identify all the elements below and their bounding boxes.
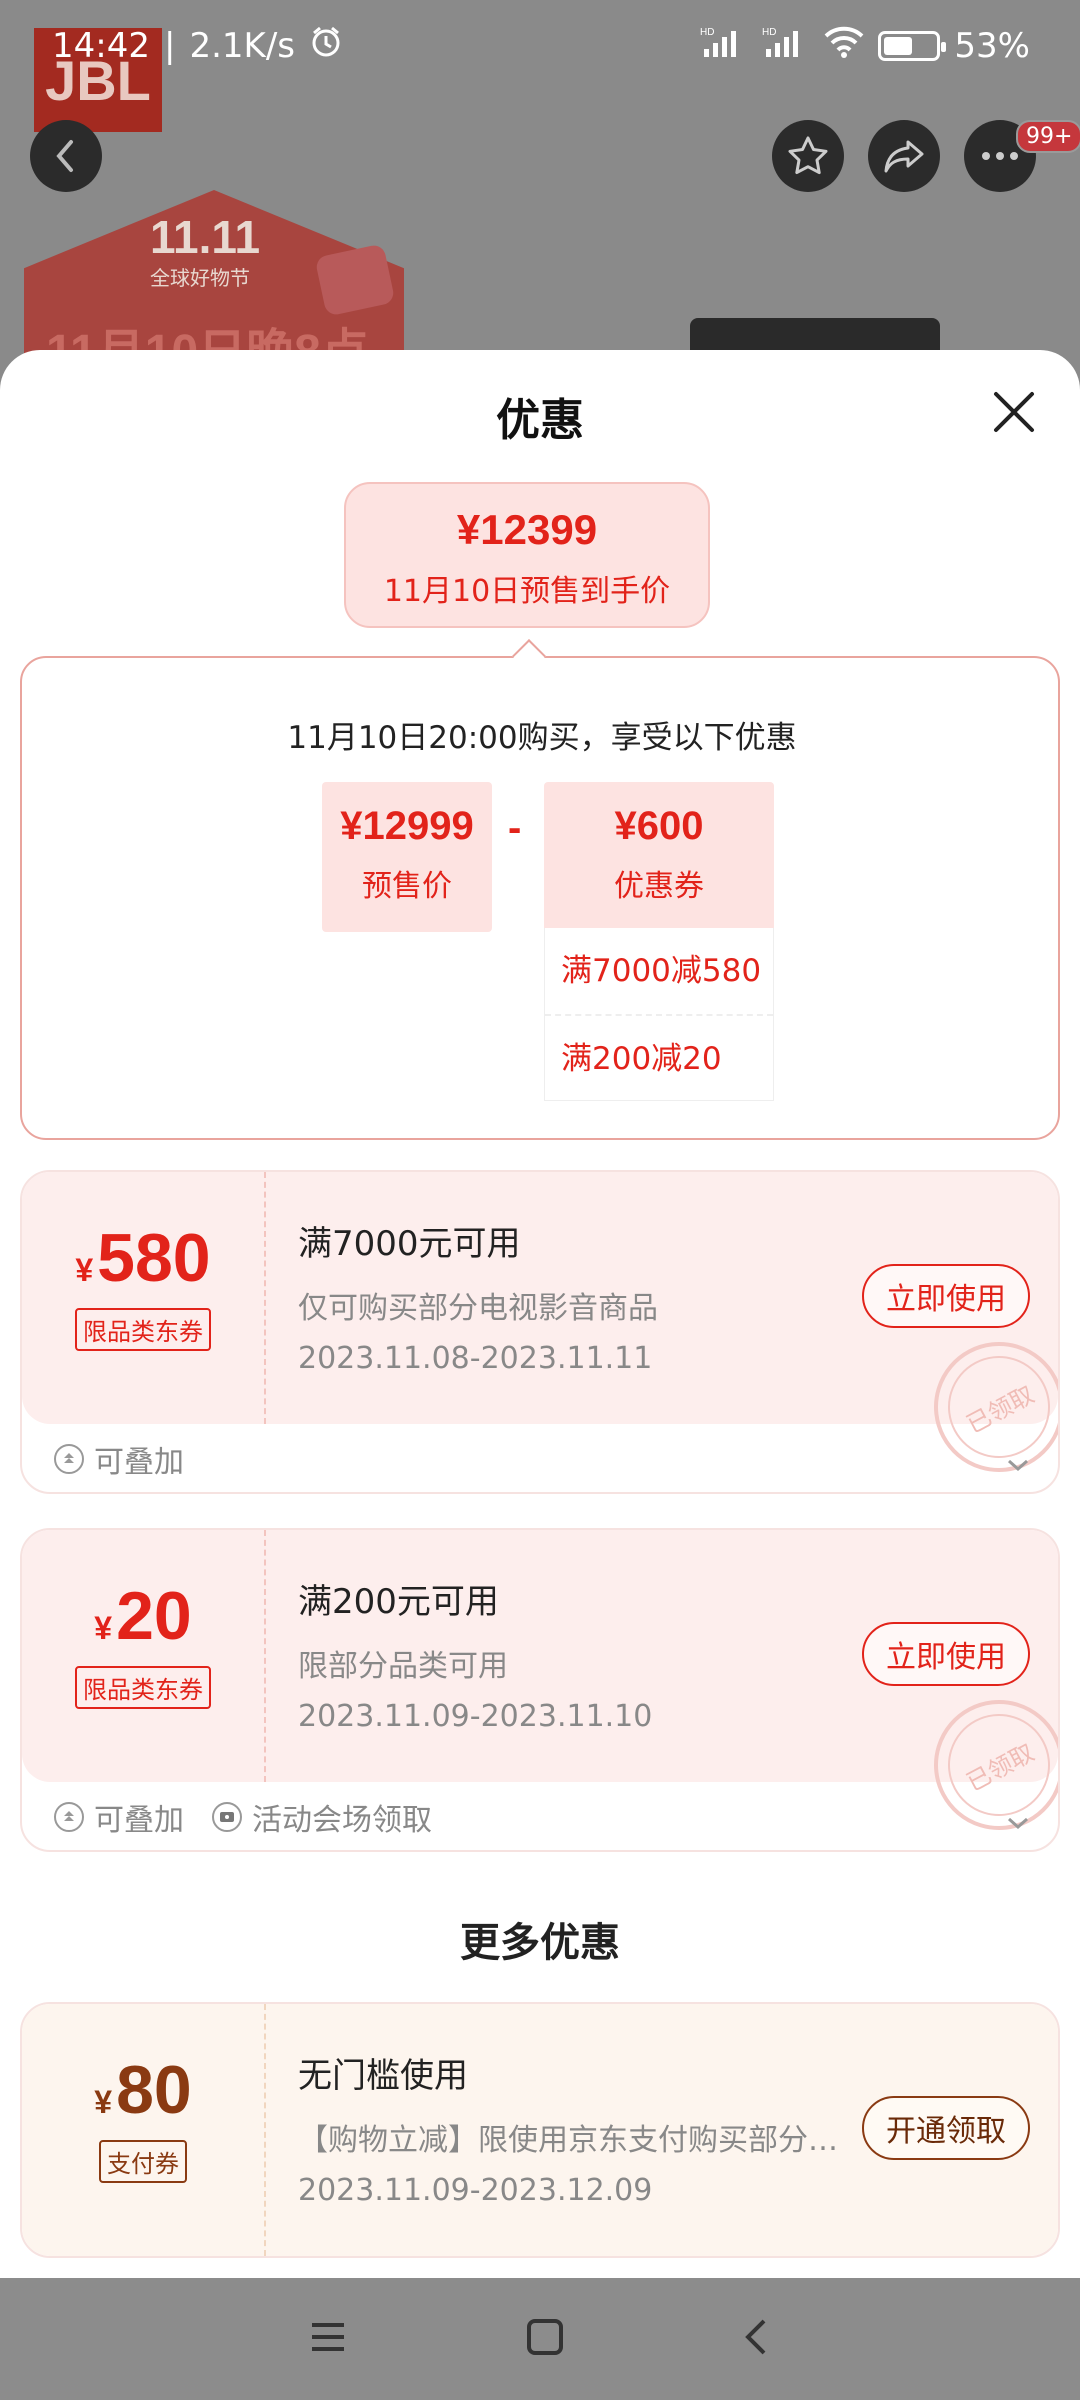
coupon-currency: ¥ xyxy=(94,2084,113,2120)
presale-price-cell: ¥12999 预售价 xyxy=(322,782,492,932)
back-button[interactable] xyxy=(30,120,102,192)
venue-claim-label: 活动会场领取 xyxy=(252,1803,432,1838)
coupon-card: ¥20 限品类东券 满200元可用 限部分品类可用 2023.11.09-202… xyxy=(20,1528,1060,1852)
svg-text:HD: HD xyxy=(762,27,776,38)
coupon-valid-dates: 2023.11.08-2023.11.11 xyxy=(298,1341,653,1376)
coupon-total: ¥600 xyxy=(614,804,704,848)
stackable-icon xyxy=(54,1444,84,1474)
battery-icon xyxy=(878,31,947,61)
coupon-footer[interactable]: 可叠加 活动会场领取 xyxy=(22,1782,1058,1850)
close-icon xyxy=(994,392,1034,432)
coupon-valid-dates: 2023.11.09-2023.11.10 xyxy=(298,1699,653,1734)
venue-ticket-icon xyxy=(212,1802,242,1832)
coupon-title: 满7000元可用 xyxy=(298,1224,521,1264)
stackable-icon xyxy=(54,1802,84,1832)
use-now-button[interactable]: 立即使用 xyxy=(862,1264,1030,1328)
stackable-label: 可叠加 xyxy=(94,1803,184,1838)
final-price: ¥12399 xyxy=(456,506,598,553)
favorite-button[interactable] xyxy=(772,120,844,192)
status-divider: | xyxy=(163,26,176,66)
activate-claim-button[interactable]: 开通领取 xyxy=(862,2096,1030,2160)
sheet-title: 优惠 xyxy=(496,396,584,445)
coupon-total-label: 优惠券 xyxy=(614,869,704,904)
more-discounts-title: 更多优惠 xyxy=(460,1921,620,1965)
price-calculation-box: 11月10日20:00购买，享受以下优惠 ¥12999 预售价 - ¥600 优… xyxy=(20,656,1060,1140)
more-icon xyxy=(982,152,1018,160)
status-net-speed: 2.1K/s xyxy=(189,26,295,66)
back-nav-icon[interactable] xyxy=(742,2317,772,2361)
status-time: 14:42 xyxy=(52,26,150,66)
use-now-button[interactable]: 立即使用 xyxy=(862,1622,1030,1686)
coupon-amount: 20 xyxy=(116,1578,192,1654)
share-button[interactable] xyxy=(868,120,940,192)
coupon-description: 仅可购买部分电视影音商品 xyxy=(298,1291,658,1326)
banner-logo: 11.11 xyxy=(150,211,261,263)
minus-sign: - xyxy=(508,806,522,850)
coupon-type-tag: 限品类东券 xyxy=(75,1308,211,1351)
coupon-total-cell: ¥600 优惠券 xyxy=(544,782,774,932)
wifi-icon xyxy=(824,26,864,67)
coupon-amount-area: ¥80 支付券 xyxy=(22,2004,266,2256)
menu-icon[interactable] xyxy=(308,2319,348,2359)
coupon-title: 无门槛使用 xyxy=(298,2056,468,2096)
chevron-down-icon[interactable] xyxy=(1006,1446,1030,1481)
coupon-valid-dates: 2023.11.09-2023.12.09 xyxy=(298,2173,653,2208)
coupon-type-tag: 支付券 xyxy=(99,2140,187,2183)
coupon-type-tag: 限品类东券 xyxy=(75,1666,211,1709)
coupon-amount-area: ¥20 限品类东券 xyxy=(22,1530,266,1782)
banner-subtitle: 全球好物节 xyxy=(150,266,250,290)
stackable-label: 可叠加 xyxy=(94,1445,184,1480)
coupon-amount: 580 xyxy=(97,1220,211,1296)
coupon-breakdown-item: 满200减20 xyxy=(545,1014,773,1100)
status-bar: 14:42 | 2.1K/s HD HD 53% xyxy=(0,0,1080,92)
payment-coupon-card: ¥80 支付券 无门槛使用 【购物立减】限使用京东支付购买部分商品 2023.1… xyxy=(20,2002,1060,2258)
system-nav-bar xyxy=(0,2278,1080,2400)
signal-hd-icon: HD xyxy=(700,25,748,68)
chevron-down-icon[interactable] xyxy=(1006,1804,1030,1839)
final-price-label: 11月10日预售到手价 xyxy=(383,574,671,609)
coupon-description: 【购物立减】限使用京东支付购买部分商品 xyxy=(298,2123,858,2158)
coupon-breakdown-list: 满7000减580 满200减20 xyxy=(544,928,774,1101)
back-icon xyxy=(56,140,73,172)
presale-price: ¥12999 xyxy=(340,804,474,848)
share-icon xyxy=(884,140,924,173)
coupon-currency: ¥ xyxy=(94,1610,113,1646)
coupon-amount: 80 xyxy=(116,2052,192,2128)
coupon-breakdown-item: 满7000减580 xyxy=(561,953,762,989)
coupon-currency: ¥ xyxy=(75,1252,94,1288)
svg-text:HD: HD xyxy=(700,27,714,38)
message-count-badge: 99+ xyxy=(1016,120,1080,153)
presale-price-label: 预售价 xyxy=(362,869,452,904)
alarm-icon xyxy=(309,25,343,68)
coupon-footer[interactable]: 可叠加 xyxy=(22,1424,1058,1492)
favorite-star-icon xyxy=(788,136,828,175)
final-price-bubble: ¥12399 11月10日预售到手价 xyxy=(344,482,710,628)
calc-header: 11月10日20:00购买，享受以下优惠 xyxy=(287,720,797,756)
close-button[interactable] xyxy=(990,388,1038,436)
signal-hd-icon: HD xyxy=(762,25,810,68)
status-battery: 53% xyxy=(954,26,1030,66)
coupon-amount-area: ¥580 限品类东券 xyxy=(22,1172,266,1424)
coupon-title: 满200元可用 xyxy=(298,1582,499,1622)
discount-sheet: 优惠 ¥12399 11月10日预售到手价 11月10日20:00购买，享受以下… xyxy=(0,350,1080,2278)
coupon-card: ¥580 限品类东券 满7000元可用 仅可购买部分电视影音商品 2023.11… xyxy=(20,1170,1060,1494)
home-icon[interactable] xyxy=(525,2317,565,2361)
coupon-description: 限部分品类可用 xyxy=(298,1649,508,1684)
